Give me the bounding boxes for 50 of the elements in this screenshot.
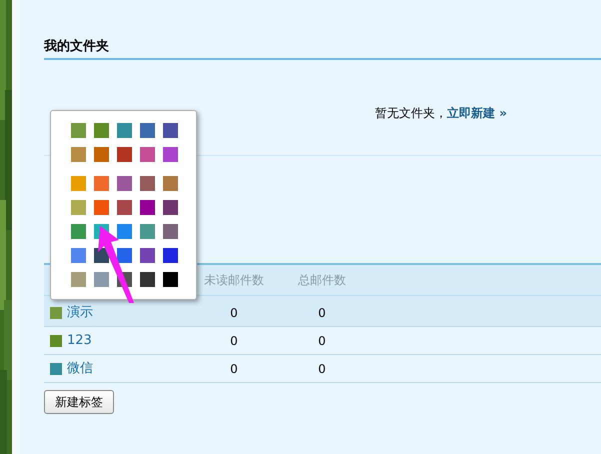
color-swatch[interactable] [140,176,155,191]
color-swatch[interactable] [140,123,155,138]
color-swatch[interactable] [71,200,86,215]
table-cell-text: 0 [229,305,239,322]
color-swatch[interactable] [94,123,109,138]
table-row[interactable]: 123 0 0 [44,327,601,355]
color-swatch[interactable] [94,200,109,215]
column-header: 总邮件数 [297,272,347,289]
color-swatch[interactable] [140,272,155,287]
color-swatch[interactable] [117,176,132,191]
table-cell-text: 0 [317,332,327,350]
color-swatch[interactable] [163,272,178,287]
new-tag-button[interactable]: 新建标签 [44,390,114,414]
color-swatch[interactable] [163,176,178,191]
color-swatch[interactable] [94,176,109,191]
color-swatch[interactable] [140,147,155,162]
color-swatch[interactable] [140,224,155,239]
table-cell-text: 0 [317,305,327,322]
color-swatch[interactable] [117,224,132,239]
section-title: 我的文件夹 [44,38,110,56]
column-header: 未读邮件数 [203,272,265,289]
table-cell-text: 0 [229,332,239,350]
tag-name-link[interactable]: 微信 [67,358,93,378]
table-row[interactable]: 演示 0 0 [44,296,601,327]
color-swatch[interactable] [71,147,86,162]
empty-message: 暂无文件夹， [375,104,448,122]
tag-name-link[interactable]: 123 [67,330,92,350]
color-swatch[interactable] [71,123,86,138]
create-folder-link[interactable]: 立即新建 » [447,104,507,122]
color-swatch[interactable] [71,272,86,287]
color-swatch[interactable] [140,200,155,215]
table-cell-text: 0 [317,360,327,378]
color-swatch[interactable] [71,248,86,263]
table-row[interactable]: 微信 0 0 [44,355,601,383]
color-swatch[interactable] [163,200,178,215]
color-swatch[interactable] [163,123,178,138]
color-swatch[interactable] [117,147,132,162]
color-swatch[interactable] [163,248,178,263]
color-swatch[interactable] [163,147,178,162]
table-cell-text: 0 [229,360,239,378]
tag-name-link[interactable]: 演示 [67,303,93,323]
color-swatch[interactable] [163,224,178,239]
color-swatch[interactable] [140,248,155,263]
color-swatch[interactable] [94,272,109,287]
color-swatch[interactable] [71,224,86,239]
color-swatch[interactable] [117,200,132,215]
color-swatch[interactable] [71,176,86,191]
color-swatch[interactable] [117,248,132,263]
color-swatch[interactable] [94,147,109,162]
color-swatch[interactable] [117,123,132,138]
